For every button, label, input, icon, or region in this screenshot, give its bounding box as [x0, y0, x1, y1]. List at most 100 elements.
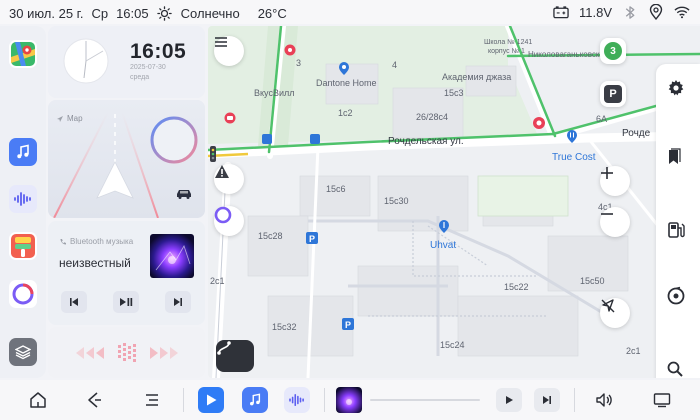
previous-track-button[interactable] — [61, 291, 87, 313]
status-date: 30 июл. 25 г. — [9, 5, 84, 21]
clock-weekday: среда — [130, 74, 150, 81]
play-pause-button[interactable] — [113, 291, 139, 313]
map-menu-button[interactable] — [214, 36, 244, 66]
playback-progress-bar[interactable] — [370, 399, 480, 401]
building-label: 2с1 — [626, 346, 641, 356]
zoom-in-button[interactable] — [600, 166, 630, 196]
traffic-score: 3 — [604, 42, 622, 60]
building-label: 26/28с4 — [416, 112, 449, 122]
fuel-button[interactable] — [666, 220, 690, 244]
warning-icon — [215, 165, 229, 178]
track-title: неизвестный — [59, 256, 131, 270]
theme-app-icon[interactable] — [9, 232, 37, 260]
zoom-out-button[interactable] — [600, 207, 630, 237]
bus-stop-icon — [262, 134, 272, 144]
poi-truecost: True Cost — [552, 152, 596, 163]
voice-wave-app-icon[interactable] — [9, 185, 37, 213]
skip-forward-icon — [543, 396, 551, 404]
settings-button[interactable] — [666, 78, 690, 102]
alice-assistant-button[interactable] — [214, 206, 244, 236]
bottom-next-button[interactable] — [534, 388, 560, 412]
poi-uhvat: Uhvat — [430, 240, 457, 251]
search-button[interactable] — [666, 360, 690, 378]
back-button[interactable] — [82, 388, 106, 412]
route-icon — [217, 341, 231, 355]
location-icon — [648, 4, 664, 20]
cafe-marker-icon[interactable] — [566, 130, 578, 144]
play-pause-icon — [120, 298, 133, 306]
building-label: 15с24 — [440, 340, 465, 350]
navigation-widget[interactable]: Map — [48, 100, 205, 218]
play-navigator-icon — [207, 394, 217, 406]
status-time: 16:05 — [116, 5, 149, 21]
parking-marker-icon: P — [342, 318, 354, 330]
svg-text:P: P — [309, 234, 315, 244]
divider — [324, 388, 325, 412]
music-widget[interactable]: Bluetooth музыка неизвестный — [48, 221, 205, 325]
poi-dantone: Dantone Home — [316, 78, 377, 88]
bottom-play-button[interactable] — [496, 388, 522, 412]
alice-icon — [214, 206, 232, 224]
home-button[interactable] — [26, 388, 50, 412]
now-playing-artwork[interactable] — [336, 387, 362, 413]
navigation-arrow-off-icon — [601, 299, 615, 313]
analog-clock-icon — [63, 38, 109, 84]
music-app-shortcut[interactable] — [242, 387, 268, 413]
hamburger-icon — [215, 37, 227, 47]
bluetooth-icon — [622, 4, 638, 20]
search-icon — [667, 361, 683, 377]
album-art-thumbnail — [336, 387, 362, 413]
status-weather: Солнечно — [180, 5, 240, 21]
status-bar: 30 июл. 25 г. Ср 16:05 Солнечно 26°C 11.… — [0, 0, 700, 24]
recenter-button[interactable] — [600, 298, 630, 328]
building-label: 6А — [596, 114, 608, 124]
layers-app-icon[interactable] — [9, 338, 37, 366]
volume-button[interactable] — [592, 388, 616, 412]
school-label: Школа № 1241 — [484, 39, 533, 46]
route-button[interactable] — [216, 340, 254, 372]
clock-widget[interactable]: 16:05 2025-07-30 среда — [48, 26, 205, 98]
music-source: Bluetooth музыка — [70, 237, 134, 246]
home-icon — [30, 392, 46, 408]
street-label-rochdelskaya-cut: Рочде — [622, 128, 651, 139]
status-weekday: Ср — [91, 5, 109, 21]
restaurant-marker-icon[interactable] — [438, 220, 450, 234]
wifi-icon — [674, 4, 690, 20]
car-icon — [177, 190, 191, 199]
navigator-app-shortcut[interactable] — [198, 387, 224, 413]
sun-icon — [157, 5, 173, 21]
bookmarks-button[interactable] — [666, 148, 690, 172]
shop-marker-icon[interactable] — [338, 62, 350, 76]
music-disc-icon — [667, 286, 685, 305]
next-track-button[interactable] — [165, 291, 191, 313]
audio-visualizer-widget — [48, 327, 205, 378]
parking-button[interactable]: P — [600, 81, 626, 107]
recent-apps-button[interactable] — [140, 388, 164, 412]
parking-marker-icon: P — [306, 232, 318, 244]
play-icon — [506, 396, 513, 404]
album-art — [150, 234, 194, 278]
nav-widget-label: Map — [67, 114, 83, 123]
gear-icon — [668, 80, 684, 96]
minus-icon — [601, 213, 613, 215]
music-app-icon[interactable] — [9, 138, 37, 166]
camera-alert-icon — [533, 117, 545, 129]
building-label: 15с30 — [384, 196, 409, 206]
traffic-camera-icon — [284, 44, 296, 56]
report-incident-button[interactable] — [214, 164, 244, 194]
alice-app-icon[interactable] — [9, 280, 37, 308]
clock-date: 2025-07-30 — [130, 64, 166, 71]
poi-academy: Академия джаза — [442, 72, 512, 82]
music-mode-button[interactable] — [666, 286, 690, 310]
speaker-icon — [596, 393, 612, 407]
speed-camera-icon — [224, 112, 236, 124]
voice-app-shortcut[interactable] — [284, 387, 310, 413]
building-label: 15с6 — [326, 184, 346, 194]
bookmark-icon — [669, 148, 681, 164]
bottom-navigation-bar — [0, 380, 700, 420]
maps-app-icon[interactable] — [9, 40, 37, 68]
bus-stop-icon — [310, 134, 320, 144]
traffic-level-badge[interactable]: 3 — [600, 38, 626, 64]
screen-mode-button[interactable] — [650, 388, 674, 412]
map-view[interactable]: Рочдельская ул. Рочде Николоваганьковски… — [208, 26, 700, 378]
